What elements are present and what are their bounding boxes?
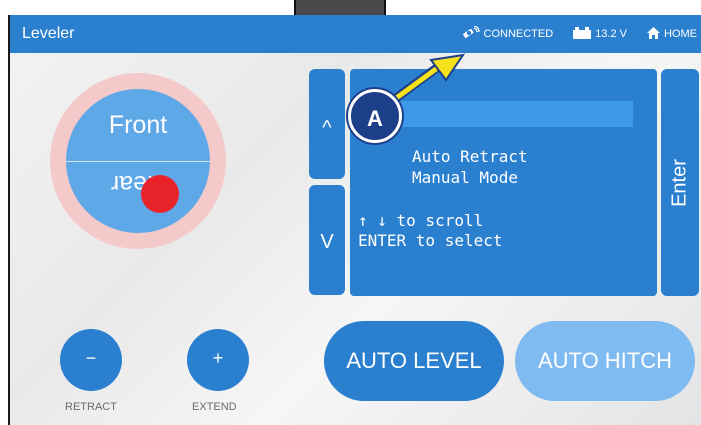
- callout-arrow: [375, 53, 466, 115]
- callout-badge-a: A: [348, 89, 402, 143]
- screenshot-frame: Leveler CONNECTED 13.2 V HOME Front Rear…: [0, 0, 701, 425]
